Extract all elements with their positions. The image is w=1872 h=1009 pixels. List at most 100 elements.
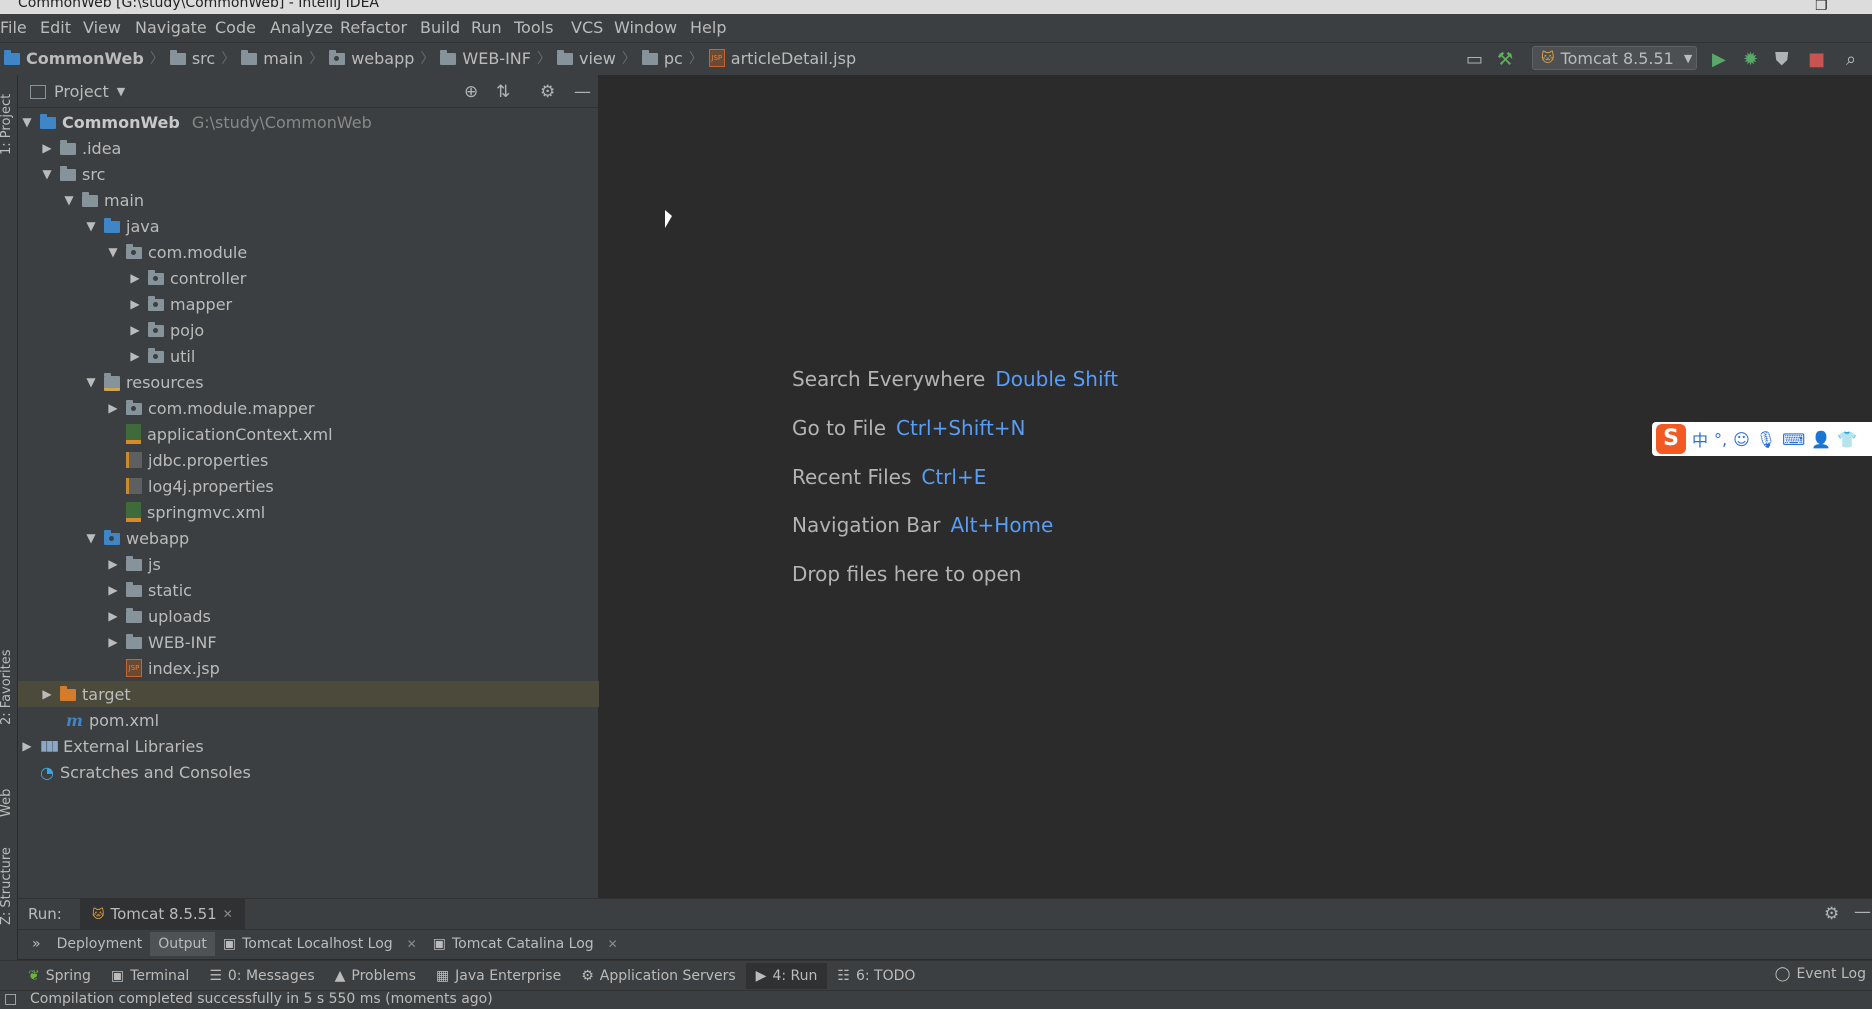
menu-file[interactable]: File (0, 18, 27, 37)
tab-favorites[interactable]: 2: Favorites (0, 649, 14, 725)
chevron-down-icon[interactable]: ▼ (38, 167, 56, 181)
menu-vcs[interactable]: VCS (571, 18, 603, 37)
chevron-right-icon[interactable]: ▶ (126, 349, 144, 363)
menu-build[interactable]: Build (420, 18, 460, 37)
tree-item-java[interactable]: ▼ java (18, 213, 662, 239)
breadcrumb-view[interactable]: view (579, 49, 616, 68)
chevron-right-icon[interactable]: ▶ (104, 557, 122, 571)
chevron-right-icon[interactable]: ▶ (104, 401, 122, 415)
search-icon[interactable]: ⌕ (1846, 49, 1856, 70)
tree-item-external-libraries[interactable]: ▶ ▮▮▮ External Libraries (18, 733, 598, 759)
subtab-deployment[interactable]: Deployment (49, 932, 151, 956)
menu-navigate[interactable]: Navigate (135, 18, 207, 37)
breadcrumb-webapp[interactable]: webapp (351, 49, 414, 68)
tree-item-idea[interactable]: ▶ .idea (18, 135, 618, 161)
tree-item-web-inf[interactable]: ▶ WEB-INF (18, 629, 684, 655)
menu-run[interactable]: Run (471, 18, 502, 37)
chevron-right-icon[interactable]: ▶ (38, 687, 56, 701)
close-icon[interactable]: ✕ (223, 907, 233, 921)
tree-item-com-module[interactable]: ▼ com.module (18, 239, 684, 265)
locate-icon[interactable]: ⊕ (464, 82, 478, 102)
tree-item-pom-xml[interactable]: m pom.xml (18, 707, 642, 733)
microphone-icon[interactable]: 🎙 (1756, 430, 1776, 449)
run-configuration-select[interactable]: 🐱 Tomcat 8.5.51 ▼ (1532, 46, 1697, 70)
chevron-down-icon[interactable]: ▼ (18, 115, 36, 129)
ime-mode-toggle[interactable]: 中 (1692, 427, 1708, 451)
collapse-all-icon[interactable]: ⇅ (496, 82, 510, 102)
breadcrumb-web-inf[interactable]: WEB-INF (462, 49, 531, 68)
tree-item-main[interactable]: ▼ main (18, 187, 640, 213)
tree-item-static[interactable]: ▶ static (18, 577, 684, 603)
tool-messages[interactable]: ☰ 0: Messages (199, 963, 324, 989)
chevron-down-icon[interactable]: ▼ (104, 245, 122, 259)
chevron-right-icon[interactable]: ▶ (126, 271, 144, 285)
subtab-localhost-log[interactable]: ▣ Tomcat Localhost Log ✕ (215, 932, 425, 956)
menu-help[interactable]: Help (690, 18, 726, 37)
tool-todo[interactable]: ☷ 6: TODO (827, 963, 925, 989)
tool-event-log[interactable]: ◯ Event Log (1775, 966, 1866, 982)
hide-panel-icon[interactable]: — (574, 82, 591, 102)
skin-icon[interactable]: 👕 (1837, 430, 1857, 449)
subtab-output[interactable]: Output (150, 932, 215, 956)
ime-toolbar[interactable]: S 中 °, ☺ 🎙 ⌨ 👤 👕 (1652, 422, 1872, 456)
breadcrumb-file[interactable]: articleDetail.jsp (731, 49, 856, 68)
gear-icon[interactable]: ⚙ (540, 82, 555, 102)
tab-web[interactable]: Web (0, 789, 14, 817)
chevron-right-icon[interactable]: ▶ (18, 739, 36, 753)
punctuation-icon[interactable]: °, (1714, 430, 1727, 449)
chevron-down-icon[interactable]: ▼ (82, 531, 100, 545)
menu-analyze[interactable]: Analyze (270, 18, 333, 37)
chevron-right-icon[interactable]: ▶ (104, 609, 122, 623)
tree-item-src[interactable]: ▼ src (18, 161, 618, 187)
tree-item-uploads[interactable]: ▶ uploads (18, 603, 684, 629)
tree-item-commonweb[interactable]: ▼ CommonWeb G:\study\CommonWeb (18, 109, 598, 135)
tree-item-js[interactable]: ▶ js (18, 551, 684, 577)
stop-icon[interactable]: ■ (1808, 49, 1825, 70)
tab-structure[interactable]: Z: Structure (0, 847, 14, 925)
tool-application-servers[interactable]: ⚙ Application Servers (571, 963, 745, 989)
chevron-right-icon[interactable]: ▶ (104, 583, 122, 597)
chevron-right-icon[interactable]: ▶ (38, 141, 56, 155)
menu-window[interactable]: Window (614, 18, 677, 37)
chevron-right-icon[interactable]: ▶ (126, 297, 144, 311)
gear-icon[interactable]: ⚙ (1824, 904, 1839, 924)
status-toggle-icon[interactable]: □ (4, 991, 17, 1007)
coverage-icon[interactable]: ⛊ (1775, 49, 1789, 70)
run-icon[interactable]: ▶ (1712, 49, 1726, 70)
menu-code[interactable]: Code (215, 18, 256, 37)
close-icon[interactable]: ✕ (407, 937, 417, 951)
breadcrumb-main[interactable]: main (263, 49, 303, 68)
run-tab-tomcat[interactable]: 🐱 Tomcat 8.5.51 ✕ (80, 899, 245, 929)
emoji-icon[interactable]: ☺ (1733, 430, 1750, 449)
hide-panel-icon[interactable]: — (1854, 902, 1871, 922)
restore-window-icon[interactable]: ❐ (1815, 0, 1828, 14)
project-structure-icon[interactable]: ▭ (1466, 49, 1483, 70)
editor-empty-area[interactable]: Search Everywhere Double Shift Go to File… (599, 75, 1872, 898)
build-hammer-icon[interactable]: ⚒ (1497, 49, 1513, 70)
chevron-down-icon[interactable]: ▼ (82, 375, 100, 389)
tree-item-target[interactable]: ▶ target (18, 681, 618, 707)
menu-tools[interactable]: Tools (514, 18, 553, 37)
close-icon[interactable]: ✕ (608, 937, 618, 951)
tree-item-com-module-mapper[interactable]: ▶ com.module.mapper (18, 395, 684, 421)
tree-item-resources[interactable]: ▼ resources (18, 369, 662, 395)
keyboard-icon[interactable]: ⌨ (1782, 430, 1805, 449)
menu-view[interactable]: View (83, 18, 121, 37)
tool-terminal[interactable]: ▣ Terminal (101, 963, 199, 989)
expand-icon[interactable]: » (24, 932, 49, 956)
breadcrumb-src[interactable]: src (192, 49, 215, 68)
breadcrumb-commonweb[interactable]: CommonWeb (26, 49, 144, 68)
chevron-down-icon[interactable]: ▼ (60, 193, 78, 207)
chevron-down-icon[interactable]: ▼ (82, 219, 100, 233)
tool-spring[interactable]: ❦ Spring (18, 963, 101, 989)
chevron-right-icon[interactable]: ▶ (126, 323, 144, 337)
tree-item-scratches[interactable]: ◔ Scratches and Consoles (18, 759, 616, 785)
tree-item-webapp[interactable]: ▼ webapp (18, 525, 662, 551)
user-icon[interactable]: 👤 (1811, 430, 1831, 449)
chevron-right-icon[interactable]: ▶ (104, 635, 122, 649)
debug-icon[interactable]: ✹ (1743, 49, 1758, 70)
menu-refactor[interactable]: Refactor (340, 18, 407, 37)
tab-project[interactable]: 1: Project (0, 94, 14, 155)
tool-java-enterprise[interactable]: ▦ Java Enterprise (426, 963, 571, 989)
tool-run[interactable]: ▶ 4: Run (745, 963, 828, 989)
